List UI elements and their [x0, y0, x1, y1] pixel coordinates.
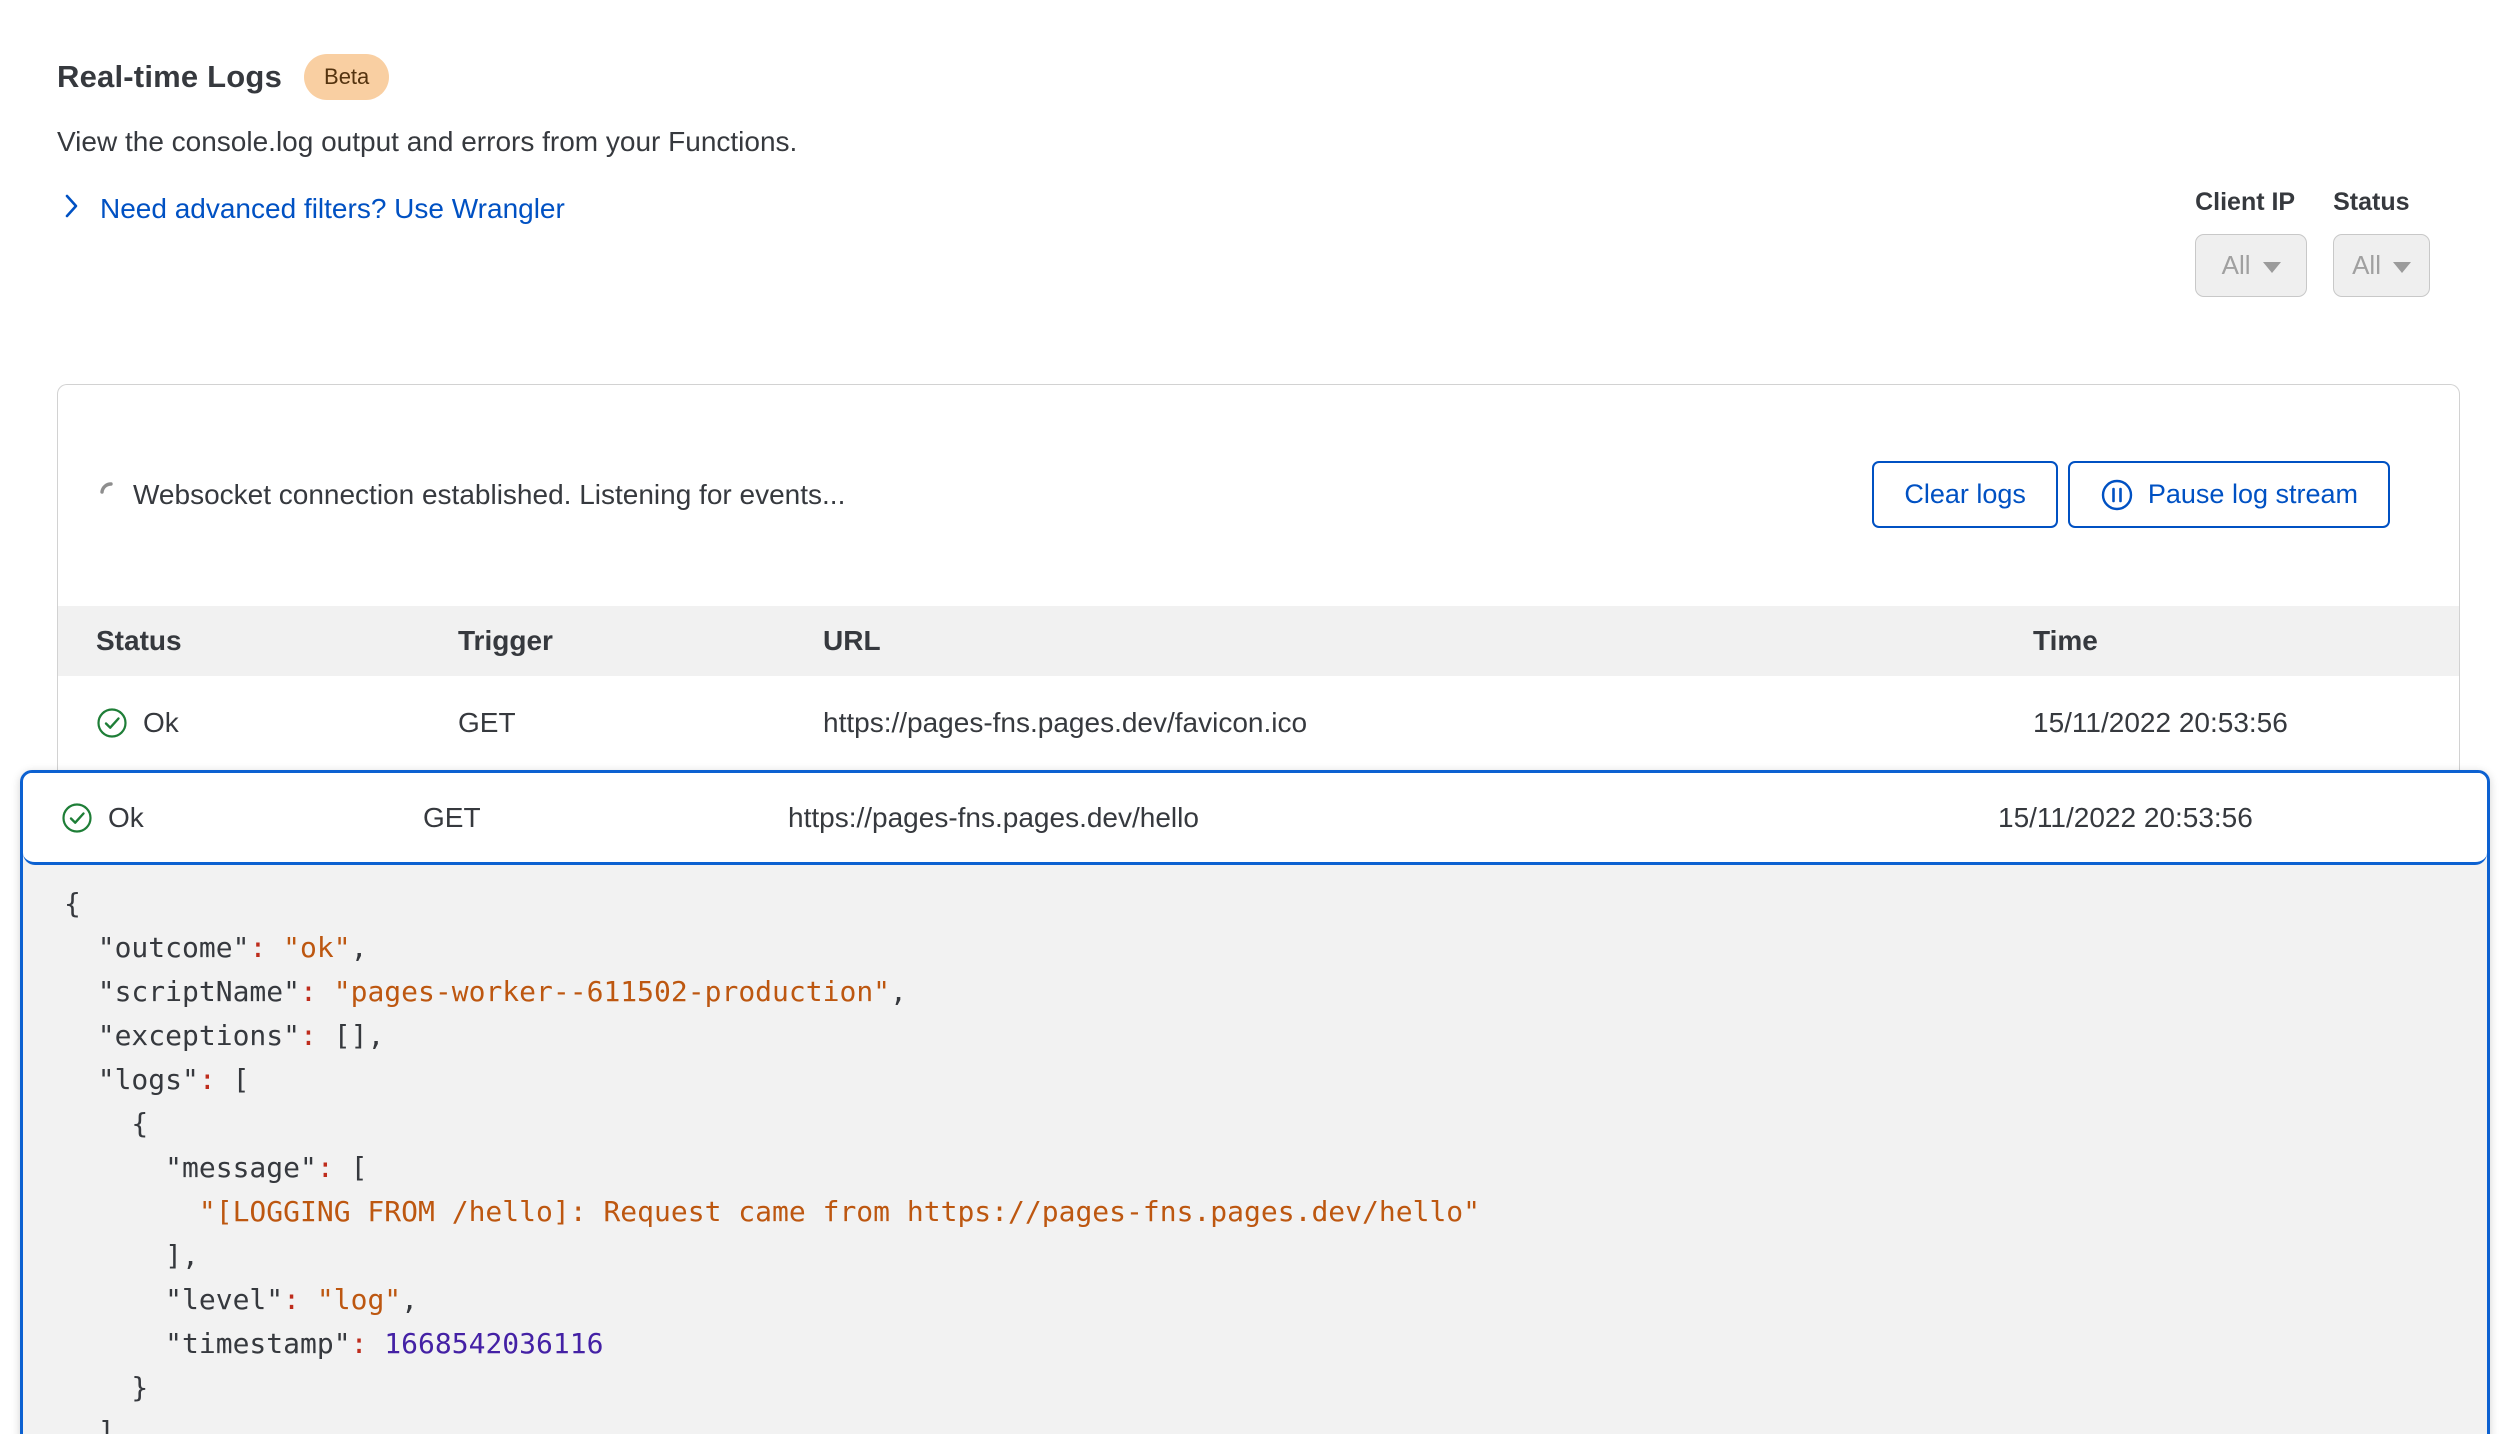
pause-icon [2100, 478, 2134, 512]
logs-toolbar: Websocket connection established. Listen… [58, 385, 2459, 606]
code-line: "logs": [ [64, 1058, 2457, 1102]
title-row: Real-time Logs Beta [57, 54, 2432, 100]
logs-panel: Websocket connection established. Listen… [57, 384, 2460, 770]
table-header: Status Trigger URL Time [58, 606, 2459, 676]
log-row[interactable]: Ok GET https://pages-fns.pages.dev/favic… [58, 676, 2459, 770]
status-cell: Ok [96, 707, 458, 739]
beta-badge: Beta [304, 54, 389, 100]
code-line: ], [64, 1410, 2457, 1434]
page-header: Real-time Logs Beta View the console.log… [0, 0, 2508, 226]
caret-down-icon [2393, 262, 2411, 273]
url-text: https://pages-fns.pages.dev/hello [788, 802, 1998, 834]
clear-logs-button[interactable]: Clear logs [1872, 461, 2058, 528]
status-text: Ok [108, 802, 144, 834]
client-ip-filter: Client IP All [2195, 188, 2307, 297]
check-circle-icon [96, 707, 128, 739]
url-text: https://pages-fns.pages.dev/favicon.ico [823, 707, 2033, 739]
code-line: "message": [ [64, 1146, 2457, 1190]
page-title: Real-time Logs [57, 59, 282, 95]
column-header-url: URL [823, 625, 2033, 657]
wrangler-link-row[interactable]: Need advanced filters? Use Wrangler [57, 191, 2432, 226]
status-filter: Status All [2333, 188, 2430, 297]
code-line: ], [64, 1234, 2457, 1278]
code-line: "outcome": "ok", [64, 926, 2457, 970]
expanded-log-card: Ok GET https://pages-fns.pages.dev/hello… [20, 770, 2490, 1434]
filters: Client IP All Status All [2195, 188, 2430, 297]
time-text: 15/11/2022 20:53:56 [1998, 802, 2449, 834]
status-filter-label: Status [2333, 188, 2430, 217]
code-line: "timestamp": 1668542036116 [64, 1322, 2457, 1366]
pause-log-stream-button[interactable]: Pause log stream [2068, 461, 2390, 528]
spinner-icon [95, 478, 117, 511]
code-line: } [64, 1366, 2457, 1410]
code-line: { [64, 1102, 2457, 1146]
column-header-status: Status [96, 625, 458, 657]
websocket-status-text: Websocket connection established. Listen… [133, 479, 845, 511]
client-ip-value: All [2222, 250, 2251, 281]
clear-logs-label: Clear logs [1904, 479, 2026, 510]
check-circle-icon [61, 802, 93, 834]
toolbar-actions: Clear logs Pause log stream [1872, 461, 2390, 528]
client-ip-dropdown[interactable]: All [2195, 234, 2307, 297]
realtime-logs-page: Real-time Logs Beta View the console.log… [0, 0, 2508, 1434]
code-line: { [64, 882, 2457, 926]
column-header-time: Time [2033, 625, 2421, 657]
caret-down-icon [2263, 262, 2281, 273]
status-text: Ok [143, 707, 179, 739]
expanded-log-row[interactable]: Ok GET https://pages-fns.pages.dev/hello… [23, 773, 2487, 865]
pause-log-stream-label: Pause log stream [2148, 479, 2358, 510]
wrangler-link[interactable]: Need advanced filters? Use Wrangler [100, 193, 565, 225]
status-dropdown[interactable]: All [2333, 234, 2430, 297]
code-line: "[LOGGING FROM /hello]: Request came fro… [64, 1190, 2457, 1234]
code-line: "exceptions": [], [64, 1014, 2457, 1058]
status-filter-value: All [2352, 250, 2381, 281]
status-cell: Ok [61, 802, 423, 834]
time-text: 15/11/2022 20:53:56 [2033, 707, 2421, 739]
code-line: "level": "log", [64, 1278, 2457, 1322]
trigger-text: GET [423, 802, 788, 834]
trigger-text: GET [458, 707, 823, 739]
code-line: "scriptName": "pages-worker--611502-prod… [64, 970, 2457, 1014]
chevron-right-icon [57, 191, 85, 226]
log-detail-code: { "outcome": "ok", "scriptName": "pages-… [23, 865, 2487, 1434]
page-description: View the console.log output and errors f… [57, 126, 2432, 158]
column-header-trigger: Trigger [458, 625, 823, 657]
client-ip-label: Client IP [2195, 188, 2307, 217]
websocket-status: Websocket connection established. Listen… [95, 478, 845, 511]
